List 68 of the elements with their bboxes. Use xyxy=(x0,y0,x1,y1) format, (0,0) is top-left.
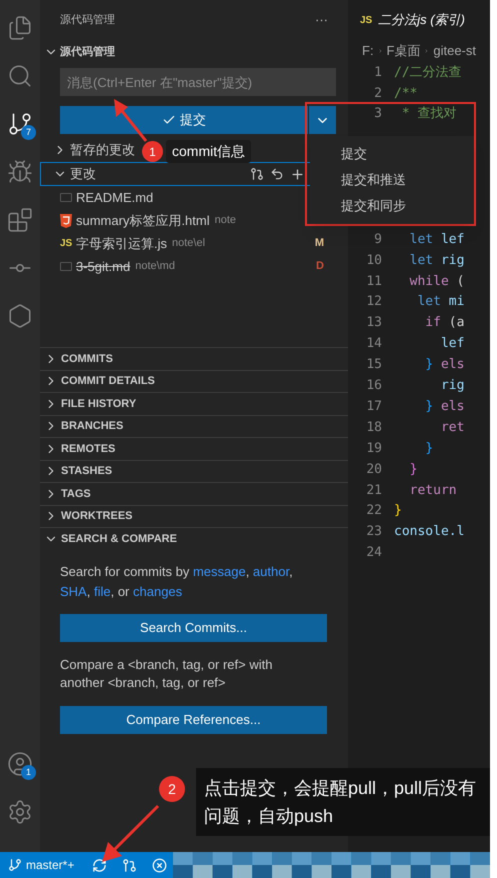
status-letter: M xyxy=(314,236,324,252)
code-line: let lef xyxy=(408,230,464,249)
file-path: note xyxy=(214,213,236,228)
section-title: FILE HISTORY xyxy=(61,396,136,412)
file-name: 3-5git.md xyxy=(76,258,130,276)
line-number: 15 xyxy=(365,356,383,374)
line-number: 13 xyxy=(365,314,383,332)
line-number: 14 xyxy=(365,335,383,354)
js-file-icon: JS xyxy=(360,12,372,28)
tab-title: 二分法js (索引) xyxy=(378,11,465,30)
line-number: 9 xyxy=(373,230,383,249)
status-letter: D xyxy=(316,259,324,274)
code-line: /** xyxy=(394,84,418,103)
line-number: 22 xyxy=(365,502,383,520)
group-label: 暂存的更改 xyxy=(70,141,135,160)
line-number: 10 xyxy=(365,252,383,270)
code-line: } xyxy=(394,502,402,520)
file-name: 字母索引运算.js xyxy=(76,234,167,253)
section-title: STASHES xyxy=(61,464,112,479)
section-title: SEARCH & COMPARE xyxy=(61,532,177,546)
annotation-label: commit信息 xyxy=(166,140,252,163)
line-number: 23 xyxy=(365,523,383,542)
code-line: while ( xyxy=(408,272,464,291)
file-name: README.md xyxy=(76,188,154,207)
code-line: lef xyxy=(440,335,464,354)
section-title: BRANCHES xyxy=(61,419,124,434)
file-path: note\el xyxy=(172,236,206,252)
line-number: 3 xyxy=(373,105,383,124)
code-line: if (a xyxy=(424,314,464,332)
code-line: * 查找对 xyxy=(400,105,456,124)
line-number: 2 xyxy=(373,84,383,103)
line-number: 19 xyxy=(365,440,383,458)
section-title: REMOTES xyxy=(61,442,116,456)
section-title: TAGS xyxy=(61,486,91,502)
code-line: return xyxy=(408,482,457,500)
line-number: 16 xyxy=(365,377,383,396)
line-number: 24 xyxy=(365,544,383,562)
line-number: 11 xyxy=(365,272,383,291)
compare-description: Compare a <branch, tag, or ref> with another <branch, tag, or ref> xyxy=(60,656,274,692)
code-line: let rig xyxy=(408,252,464,270)
file-name: summary标签应用.html xyxy=(76,212,210,230)
code-line: ret xyxy=(440,418,464,437)
code-line: } xyxy=(424,440,434,458)
code-line: } els xyxy=(424,356,464,374)
line-number: 18 xyxy=(365,418,383,437)
code-line: console.l xyxy=(394,523,464,542)
line-number: 1 xyxy=(373,64,383,82)
file-path: note\md xyxy=(135,259,175,274)
search-description: Search for commits by message, author, SHA, file, or changes xyxy=(60,562,294,601)
section-title: 源代码管理 xyxy=(60,44,115,60)
count-badge: 7 xyxy=(21,125,36,140)
code-line: } xyxy=(408,460,418,479)
code-line: } els xyxy=(424,398,464,416)
code-line: let mi xyxy=(416,293,464,312)
group-label: 更改 xyxy=(70,165,96,184)
section-title: WORKTREES xyxy=(61,509,132,524)
line-number: 20 xyxy=(365,460,383,479)
count-badge: 1 xyxy=(21,765,36,780)
annotation-label: 点击提交，会提醒pull，pull后没有问题，自动push xyxy=(196,768,490,836)
line-number: 17 xyxy=(365,398,383,416)
js-file-icon: JS xyxy=(60,236,76,251)
section-title: COMMITS xyxy=(61,352,113,366)
section-title: COMMIT DETAILS xyxy=(61,374,155,389)
code-line: //二分法查 xyxy=(394,64,462,82)
code-line: rig xyxy=(440,377,464,396)
line-number: 12 xyxy=(365,293,383,312)
sidebar-title: 源代码管理 xyxy=(60,12,115,28)
line-number: 21 xyxy=(365,482,383,500)
